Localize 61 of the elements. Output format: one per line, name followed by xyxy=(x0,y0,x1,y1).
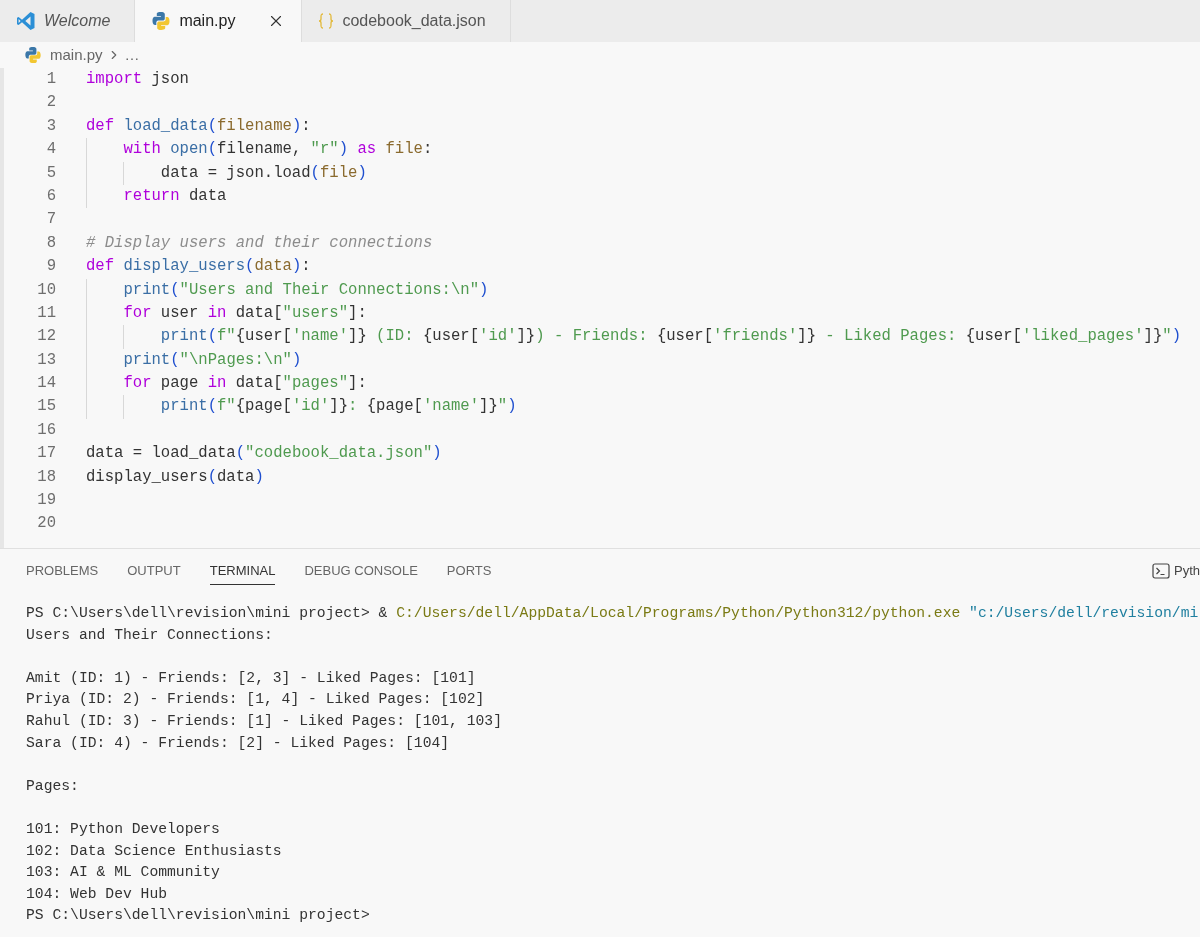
breadcrumb-more[interactable]: … xyxy=(124,43,140,67)
code-line: print(f"{page['id']}: {page['name']}") xyxy=(159,397,517,416)
code-line: def display_users(data): xyxy=(86,257,311,276)
code-line: data = json.load(file) xyxy=(159,163,367,182)
breadcrumb-file[interactable]: main.py xyxy=(50,43,103,67)
python-icon xyxy=(151,11,172,31)
panel-tab[interactable]: OUTPUT xyxy=(127,556,181,586)
python-icon xyxy=(24,46,42,64)
terminal-line: Rahul (ID: 3) - Friends: [1] - Liked Pages: [101, 103] xyxy=(26,712,502,729)
terminal-line: Sara (ID: 4) - Friends: [2] - Liked Pages: [104] xyxy=(26,734,450,751)
code-line: import json xyxy=(86,70,189,88)
terminal-line: PS C:\Users\dell\revision\mini project> & C:/Users/dell/AppData/Local/Programs/Python/Python312/python.exe "c:/Users/dell/revision/mi xyxy=(26,605,1199,621)
code-line: return data xyxy=(122,186,227,205)
code-line: # Display users and their connections xyxy=(86,233,433,252)
line-number: 4 xyxy=(45,139,56,161)
panel-tab[interactable]: PROBLEMS xyxy=(26,556,99,586)
terminal-line: Amit (ID: 1) - Friends: [2, 3] - Liked Pages: [101] xyxy=(26,669,476,686)
terminal-line: Users and Their Connections: xyxy=(26,626,273,643)
line-number: 14 xyxy=(36,373,56,395)
line-number: 15 xyxy=(36,396,56,418)
terminal-line: Pages: xyxy=(26,777,79,794)
line-number: 8 xyxy=(45,232,56,254)
line-number: 1 xyxy=(45,69,56,90)
terminal-line: PS C:\Users\dell\revision\mini project> xyxy=(26,907,370,924)
line-number: 12 xyxy=(36,326,56,348)
code-line: print("\nPages:\n") xyxy=(122,350,302,369)
editor-logo-icon xyxy=(16,11,36,31)
line-number: 5 xyxy=(45,162,56,184)
code-line: print("Users and Their Connections:\n") xyxy=(122,280,489,299)
line-number: 3 xyxy=(45,115,56,137)
line-number: 11 xyxy=(36,302,56,324)
code-line: data = load_data("codebook_data.json") xyxy=(86,444,442,463)
terminal-line: 104: Web Dev Hub xyxy=(26,885,168,902)
code-line: print(f"{user['name']} (ID: {user['id']}) - Friends: {user['friends']} - Liked Pages: {user['liked_pages']}") xyxy=(159,327,1181,346)
line-number: 13 xyxy=(36,349,56,371)
line-number: 17 xyxy=(36,443,56,465)
line-number: 20 xyxy=(36,513,56,535)
line-number: 6 xyxy=(45,185,56,207)
line-number: 19 xyxy=(36,490,56,512)
line-number: 9 xyxy=(45,256,56,278)
editor-tab[interactable]: main.py xyxy=(135,0,303,42)
panel-tab[interactable]: DEBUG CONSOLE xyxy=(304,556,418,586)
terminal-line: 103: AI & ML Community xyxy=(26,864,220,881)
code-line: for user in data["users"]: xyxy=(122,303,367,322)
line-number: 10 xyxy=(36,279,56,301)
line-number: 7 xyxy=(45,209,56,231)
braces-icon xyxy=(318,12,335,30)
terminal-profile[interactable]: Pyth xyxy=(1174,561,1200,581)
line-number: 2 xyxy=(45,92,56,114)
terminal-line: 102: Data Science Enthusiasts xyxy=(26,842,282,859)
terminal-line: 101: Python Developers xyxy=(26,820,220,837)
panel-tab[interactable]: TERMINAL xyxy=(209,556,276,586)
line-number: 16 xyxy=(36,419,56,441)
code-line: display_users(data) xyxy=(86,467,264,486)
terminal-line: Priya (ID: 2) - Friends: [1, 4] - Liked Pages: [102] xyxy=(26,691,485,708)
panel-tab[interactable]: PORTS xyxy=(446,556,492,586)
code-line: def load_data(filename): xyxy=(86,116,311,135)
code-line: with open(filename, "r") as file: xyxy=(122,140,433,159)
terminal-icon xyxy=(1152,562,1170,580)
code-line: for page in data["pages"]: xyxy=(122,374,367,393)
line-number: 18 xyxy=(36,466,56,488)
